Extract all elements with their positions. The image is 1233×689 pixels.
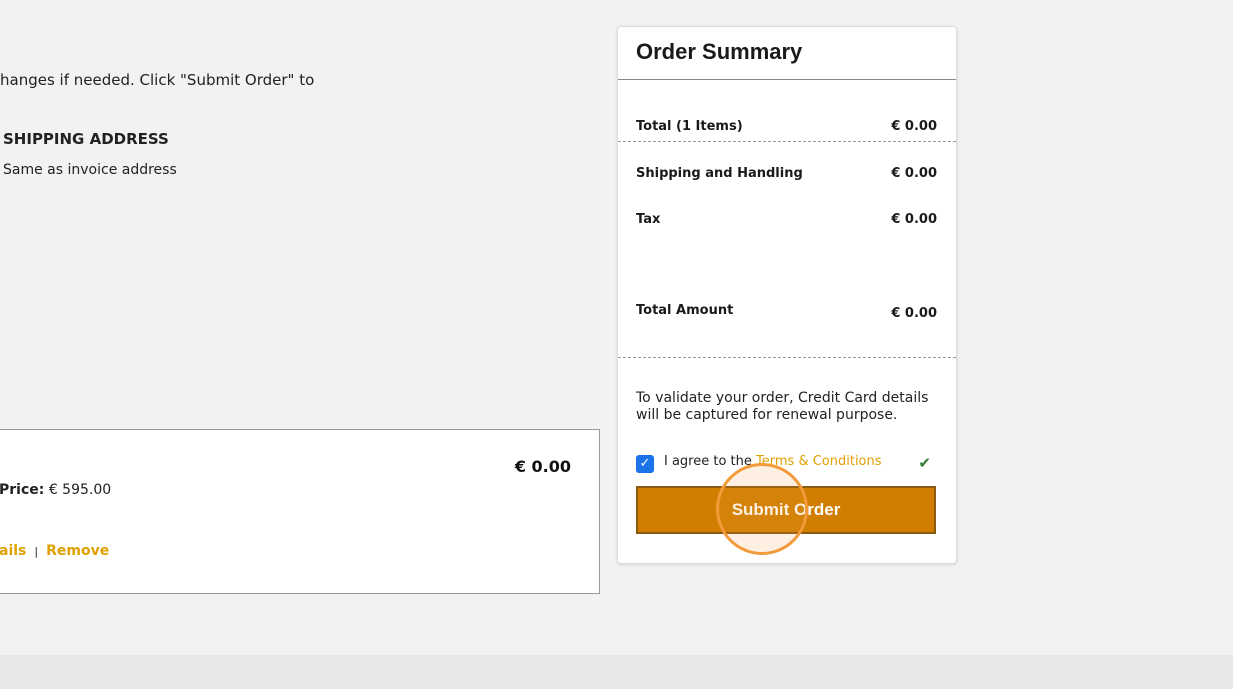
summary-row-value: € 0.00 xyxy=(891,166,937,181)
summary-row-label: Tax xyxy=(636,212,661,227)
agree-label: I agree to the Terms & Conditions xyxy=(664,454,882,469)
credit-card-note: To validate your order, Credit Card deta… xyxy=(636,390,929,423)
terms-conditions-link[interactable]: Terms & Conditions xyxy=(756,454,882,469)
cart-item-actions: ails | Remove xyxy=(0,543,109,559)
cart-item-unit-price: Price: € 595.00 xyxy=(0,482,111,498)
summary-row-total-items: Total (1 Items) € 0.00 xyxy=(636,119,937,134)
summary-row-value: € 0.00 xyxy=(891,119,937,134)
summary-divider xyxy=(618,141,956,142)
terms-agreement: ✓ I agree to the Terms & Conditions ✔ xyxy=(636,453,939,475)
summary-row-value: € 0.00 xyxy=(891,212,937,227)
unit-price-label: Price: xyxy=(0,482,45,498)
order-summary-panel: Order Summary Total (1 Items) € 0.00 Shi… xyxy=(617,26,957,564)
details-link[interactable]: ails xyxy=(0,543,26,559)
link-separator: | xyxy=(34,545,39,558)
cart-item-price: € 0.00 xyxy=(514,457,571,476)
unit-price-value: € 595.00 xyxy=(48,482,112,498)
summary-row-shipping: Shipping and Handling € 0.00 xyxy=(636,166,937,181)
summary-row-value: € 0.00 xyxy=(891,306,937,321)
summary-divider xyxy=(618,357,956,358)
shipping-address-heading: SHIPPING ADDRESS xyxy=(3,130,169,148)
remove-link[interactable]: Remove xyxy=(46,543,109,559)
submit-order-button[interactable]: Submit Order xyxy=(636,486,936,534)
footer-bar xyxy=(0,655,1233,689)
checkbox-checked-icon[interactable]: ✓ xyxy=(636,455,654,473)
summary-row-label: Total (1 Items) xyxy=(636,119,743,134)
summary-row-tax: Tax € 0.00 xyxy=(636,212,937,227)
title-divider xyxy=(618,79,956,80)
summary-row-label: Shipping and Handling xyxy=(636,166,803,181)
summary-row-label: Total Amount xyxy=(636,303,734,318)
summary-row-total-amount: Total Amount € 0.00 xyxy=(636,303,937,321)
intro-instructions: hanges if needed. Click "Submit Order" t… xyxy=(0,71,315,89)
cart-item-card: € 0.00 Price: € 595.00 ails | Remove xyxy=(0,429,600,594)
agree-prefix: I agree to the xyxy=(664,454,757,469)
checkmark-icon: ✔ xyxy=(918,454,931,472)
order-summary-title: Order Summary xyxy=(636,39,803,64)
shipping-address-value: Same as invoice address xyxy=(3,162,177,178)
